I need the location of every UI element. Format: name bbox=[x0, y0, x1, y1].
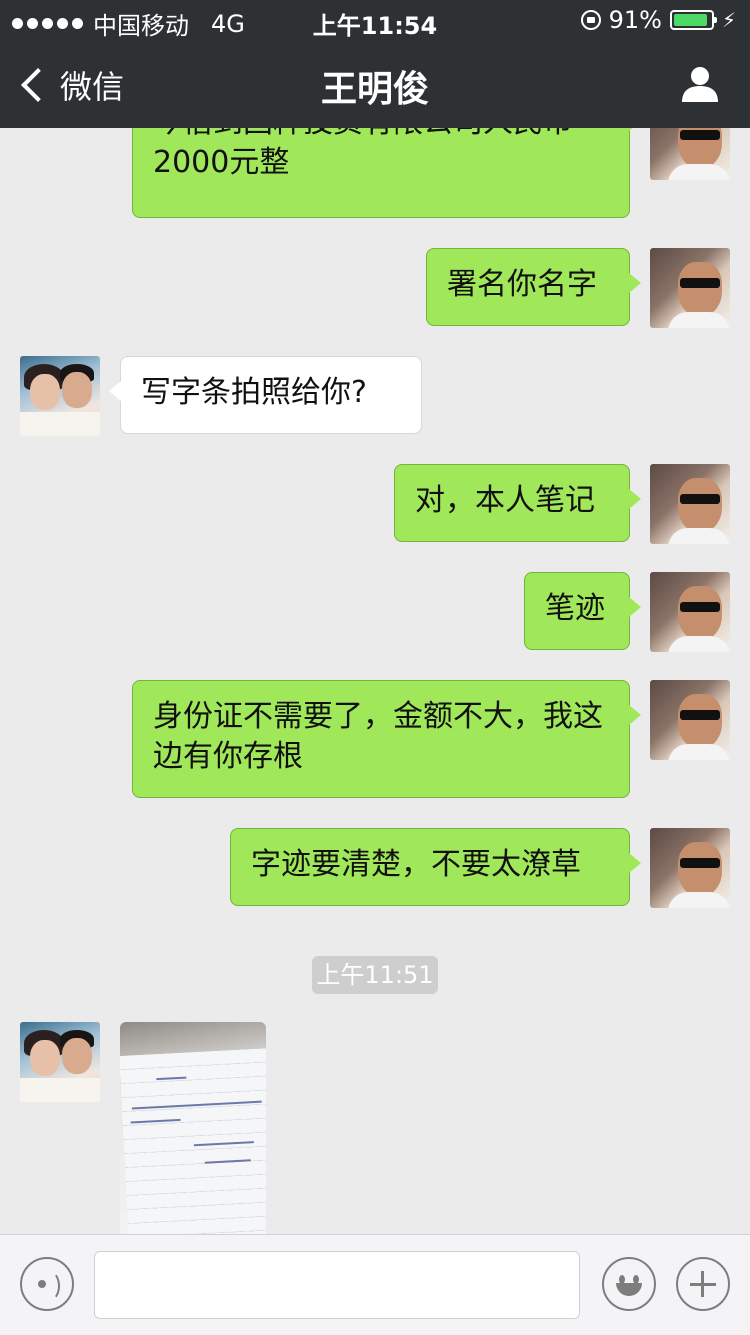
charging-icon: ⚡ bbox=[721, 8, 736, 32]
message-bubble[interactable]: 写字条拍照给你? bbox=[109, 356, 422, 434]
message-bubble[interactable]: 身份证不需要了，金额不大，我这边有你存根 bbox=[132, 680, 641, 798]
nav-bar: 微信 王明俊 bbox=[0, 40, 750, 128]
avatar[interactable] bbox=[650, 464, 730, 544]
avatar[interactable] bbox=[20, 1022, 100, 1102]
battery-fill bbox=[673, 14, 707, 26]
avatar[interactable] bbox=[650, 572, 730, 652]
input-bar bbox=[0, 1234, 750, 1335]
timestamp: 上午11:51 bbox=[312, 956, 438, 994]
message-bubble[interactable]: 署名你名字 bbox=[426, 248, 641, 326]
handwritten-note-image bbox=[120, 1048, 266, 1234]
orientation-lock-icon bbox=[580, 10, 601, 30]
avatar[interactable] bbox=[650, 680, 730, 760]
battery-percent: 91% bbox=[608, 6, 662, 34]
avatar[interactable] bbox=[650, 248, 730, 328]
status-right: 91% ⚡ bbox=[580, 6, 736, 34]
message-bubble[interactable]: 笔迹 bbox=[524, 572, 641, 650]
message-bubble[interactable]: 对，本人笔记 bbox=[394, 464, 641, 542]
message-bubble[interactable]: 字迹要清楚，不要太潦草 bbox=[230, 828, 641, 906]
message-bubble[interactable]: 今借到国粹投资有限公司人民币2000元整 bbox=[132, 128, 641, 218]
avatar[interactable] bbox=[650, 828, 730, 908]
avatar[interactable] bbox=[650, 128, 730, 180]
avatar[interactable] bbox=[20, 356, 100, 436]
person-icon[interactable] bbox=[680, 64, 720, 104]
voice-icon[interactable] bbox=[20, 1257, 74, 1311]
emoji-icon[interactable] bbox=[602, 1257, 656, 1311]
status-bar: 中国移动 4G 上午11:54 91% ⚡ bbox=[0, 0, 750, 40]
battery-icon bbox=[669, 10, 717, 30]
plus-icon[interactable] bbox=[676, 1257, 730, 1311]
chat-title: 王明俊 bbox=[320, 69, 429, 110]
message-input[interactable] bbox=[94, 1251, 580, 1319]
top-bar: 中国移动 4G 上午11:54 91% ⚡ 微信 王明俊 bbox=[0, 0, 750, 128]
message-list[interactable]: 今借到国粹投资有限公司人民币2000元整 署名你名字 写字条拍照给你? 对，本人… bbox=[0, 128, 750, 1234]
photo-message[interactable] bbox=[120, 1022, 266, 1234]
